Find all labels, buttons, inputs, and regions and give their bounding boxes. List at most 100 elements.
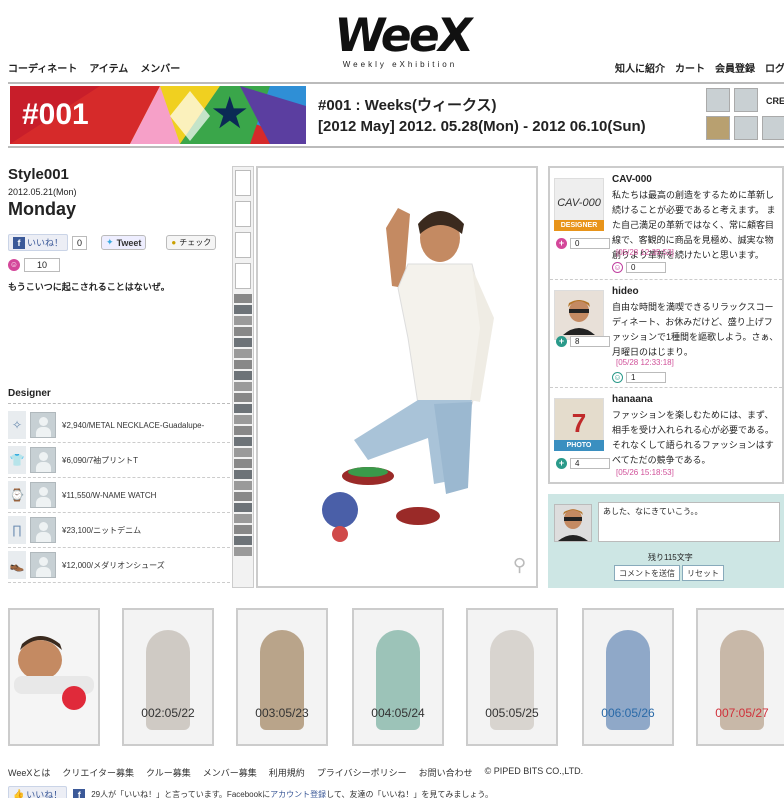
style-thumbnail[interactable] — [8, 608, 100, 746]
tweet-button[interactable]: ✦ Tweet — [101, 235, 147, 250]
smile-icon[interactable]: ☺ — [612, 372, 623, 383]
footer-link-privacy[interactable]: プライバシーポリシー — [317, 766, 407, 779]
nav-register[interactable]: 会員登録 — [715, 60, 755, 75]
video-frame[interactable] — [234, 404, 252, 413]
video-frame[interactable] — [234, 426, 252, 435]
commenter-avatar[interactable] — [554, 290, 604, 340]
plus-icon[interactable]: + — [556, 238, 567, 249]
nav-members[interactable]: メンバー — [140, 60, 180, 75]
designer-avatar[interactable] — [30, 552, 56, 578]
photo-thumbnail[interactable] — [235, 263, 251, 289]
item-label[interactable]: ¥11,550/W-NAME WATCH — [62, 491, 156, 500]
nav-coordinate[interactable]: コーディネート — [8, 60, 77, 75]
nav-login[interactable]: ログイ — [765, 60, 784, 75]
style-thumbnail[interactable]: 005:05/25 — [466, 608, 558, 746]
style-thumbnail[interactable]: 002:05/22 — [122, 608, 214, 746]
tshirt-thumbnail[interactable]: 👕 — [8, 446, 26, 474]
footer-link-terms[interactable]: 利用規約 — [269, 766, 305, 779]
comment-textarea[interactable]: あした、なにきていこう。。 — [598, 502, 780, 542]
video-frame[interactable] — [234, 459, 252, 468]
zoom-icon[interactable]: ⚲ — [513, 555, 526, 576]
item-label[interactable]: ¥2,940/METAL NECKLACE-Guadalupe- — [62, 421, 204, 430]
submit-comment-button[interactable]: コメントを送信 — [614, 565, 680, 581]
crew-avatar[interactable] — [734, 116, 758, 140]
crew-avatar[interactable] — [734, 88, 758, 112]
item-label[interactable]: ¥12,000/メダリオンシューズ — [62, 560, 165, 571]
designer-avatar[interactable] — [30, 482, 56, 508]
footer-link-crew[interactable]: クルー募集 — [146, 766, 191, 779]
video-frame[interactable] — [234, 503, 252, 512]
fb-signup-link[interactable]: アカウント登録 — [270, 790, 326, 798]
plus-icon[interactable]: + — [556, 458, 567, 469]
shoes-thumbnail[interactable]: 👞 — [8, 551, 26, 579]
crew-label[interactable]: CREW — [766, 96, 784, 106]
video-frame[interactable] — [234, 525, 252, 534]
item-label[interactable]: ¥23,100/ニットデニム — [62, 525, 141, 536]
photo-thumbnail[interactable] — [235, 201, 251, 227]
footer-link-contact[interactable]: お問い合わせ — [419, 766, 473, 779]
list-item[interactable]: 👕 ¥6,090/7袖プリントT — [8, 443, 230, 478]
video-frame[interactable] — [234, 371, 252, 380]
crew-avatar[interactable] — [706, 116, 730, 140]
site-logo[interactable]: WeeX Weekly eXhibition — [331, 8, 474, 76]
footer-link-member[interactable]: メンバー募集 — [203, 766, 257, 779]
video-frame[interactable] — [234, 294, 252, 303]
main-photo[interactable]: ⚲ — [256, 166, 538, 588]
nav-cart[interactable]: カート — [675, 60, 705, 75]
style-thumbnail[interactable]: 004:05/24 — [352, 608, 444, 746]
video-frame[interactable] — [234, 393, 252, 402]
video-frame[interactable] — [234, 547, 252, 556]
necklace-thumbnail[interactable]: ✧ — [8, 411, 26, 439]
item-label[interactable]: ¥6,090/7袖プリントT — [62, 455, 138, 466]
video-frame[interactable] — [234, 536, 252, 545]
style-thumbnail[interactable]: 003:05/23 — [236, 608, 328, 746]
nav-item-list[interactable]: アイテム — [89, 60, 128, 75]
video-frame[interactable] — [234, 415, 252, 424]
thumbs-up-icon: 👍 — [13, 789, 25, 798]
style-thumbnail[interactable]: 006:05/26 — [582, 608, 674, 746]
video-frame[interactable] — [234, 327, 252, 336]
video-frame[interactable] — [234, 338, 252, 347]
style-thumbnail[interactable]: 007:05/27 — [696, 608, 784, 746]
video-frame[interactable] — [234, 481, 252, 490]
smile-icon[interactable]: ☺ — [612, 262, 623, 273]
video-frame[interactable] — [234, 492, 252, 501]
footer-link-about[interactable]: WeeXとは — [8, 766, 50, 779]
video-frame[interactable] — [234, 514, 252, 523]
list-item[interactable]: ✧ ¥2,940/METAL NECKLACE-Guadalupe- — [8, 408, 230, 443]
crew-avatar[interactable] — [706, 88, 730, 112]
list-item[interactable]: 👞 ¥12,000/メダリオンシューズ — [8, 548, 230, 583]
video-frame[interactable] — [234, 437, 252, 446]
designer-avatar[interactable] — [30, 517, 56, 543]
video-frame-strip[interactable] — [233, 294, 253, 556]
mixi-check-button[interactable]: ● チェック — [166, 235, 217, 250]
video-frame[interactable] — [234, 448, 252, 457]
watch-thumbnail[interactable]: ⌚ — [8, 481, 26, 509]
footer-link-creator[interactable]: クリエイター募集 — [62, 766, 134, 779]
designer-avatar[interactable] — [30, 447, 56, 473]
video-frame[interactable] — [234, 316, 252, 325]
comment-item: + 8 hideo 自由な時間を満喫できるリラックスコーディネート、お休みだけど… — [550, 280, 782, 388]
photo-thumbnail[interactable] — [235, 232, 251, 258]
commenter-name[interactable]: hanaana — [612, 394, 653, 405]
denim-thumbnail[interactable]: ∏ — [8, 516, 26, 544]
photo-thumbnail[interactable] — [235, 170, 251, 196]
designer-avatar[interactable] — [30, 412, 56, 438]
reset-button[interactable]: リセット — [682, 565, 724, 581]
plus-icon[interactable]: + — [556, 336, 567, 347]
commenter-name[interactable]: CAV-000 — [612, 174, 652, 185]
video-frame[interactable] — [234, 360, 252, 369]
list-item[interactable]: ∏ ¥23,100/ニットデニム — [8, 513, 230, 548]
facebook-like-button[interactable]: 👍 いいね！ — [8, 786, 68, 798]
video-frame[interactable] — [234, 382, 252, 391]
facebook-like-button[interactable]: f いいね！ — [8, 234, 69, 251]
comment-vote: ☺ 0 — [612, 262, 666, 273]
video-frame[interactable] — [234, 349, 252, 358]
nav-invite[interactable]: 知人に紹介 — [615, 60, 665, 75]
crew-avatar[interactable] — [762, 116, 784, 140]
video-frame[interactable] — [234, 305, 252, 314]
list-item[interactable]: ⌚ ¥11,550/W-NAME WATCH — [8, 478, 230, 513]
video-frame[interactable] — [234, 470, 252, 479]
commenter-name[interactable]: hideo — [612, 286, 639, 297]
smile-icon[interactable]: ☺ — [8, 259, 20, 271]
